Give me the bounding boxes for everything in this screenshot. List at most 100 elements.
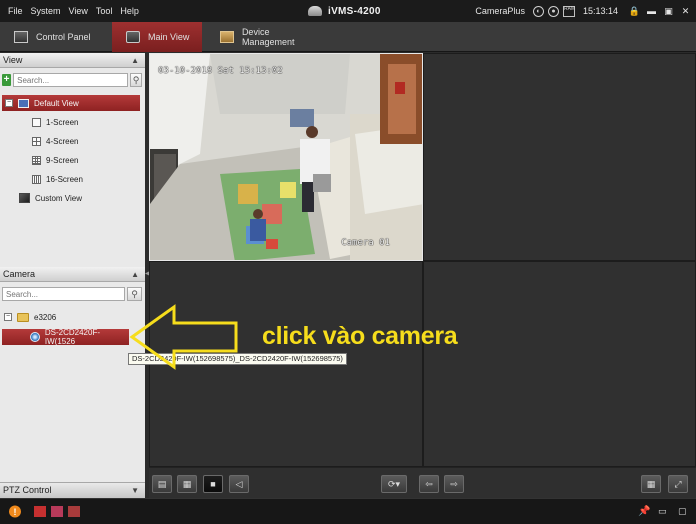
view-panel-header[interactable]: View ▲ <box>0 53 145 68</box>
layout-icon[interactable]: ▦ <box>177 475 197 493</box>
video-pane-1[interactable]: 03-10-2018 Sat 15:13:02 Camera 01 <box>149 53 423 261</box>
stop-all-icon[interactable]: ■ <box>203 475 223 493</box>
lock-icon[interactable]: 🔒 <box>628 5 641 18</box>
collapse-icon[interactable]: − <box>4 313 12 321</box>
save-view-icon[interactable]: ▤ <box>152 475 172 493</box>
search-icon[interactable]: ⚲ <box>130 73 142 87</box>
sixteen-screen-icon <box>32 174 41 184</box>
minimize-button[interactable]: ▬ <box>645 5 658 18</box>
menu-help[interactable]: Help <box>116 0 143 22</box>
refresh-icon[interactable]: ⟳▾ <box>381 475 407 493</box>
menu-file[interactable]: File <box>4 0 27 22</box>
audio-icon[interactable]: ◁ <box>229 475 249 493</box>
tree-camera-item[interactable]: DS-2CD2420F-IW(1526 <box>2 328 129 346</box>
tree-label: 9-Screen <box>46 155 79 165</box>
view-search-row: + ⚲ <box>2 73 142 87</box>
status-bar: ! 📌 ▭ ▢ <box>0 498 696 524</box>
tree-16-screen[interactable]: 16-Screen <box>32 171 83 187</box>
collapse-up-icon[interactable]: ▲ <box>131 53 139 68</box>
tree-label: 1-Screen <box>46 117 79 127</box>
tab-main-view[interactable]: Main View <box>112 22 202 52</box>
user-name: CameraPlus <box>475 6 525 16</box>
video-pane-2[interactable] <box>423 53 696 261</box>
tree-default-view[interactable]: − Default View <box>2 95 140 111</box>
folder-icon <box>17 312 29 322</box>
collapse-up-icon[interactable]: ▲ <box>131 267 139 282</box>
menu-bar: File System View Tool Help <box>0 0 143 22</box>
collapse-icon[interactable]: − <box>5 99 13 107</box>
ivms-window: File System View Tool Help iVMS-4200 Cam… <box>0 0 696 524</box>
tree-camera-group[interactable]: − e3206 <box>4 309 56 325</box>
annotation-caption: click vào camera <box>262 322 458 350</box>
title-bar: File System View Tool Help iVMS-4200 Cam… <box>0 0 696 22</box>
tree-custom-view[interactable]: Custom View <box>19 190 82 206</box>
view-group-icon <box>18 98 29 108</box>
add-view-button[interactable]: + <box>2 74 12 86</box>
ptz-panel-title: PTZ Control <box>3 485 52 495</box>
annotation-arrow-icon <box>129 304 238 370</box>
menu-view[interactable]: View <box>65 0 92 22</box>
left-panel: View ▲ + ⚲ − Default View 1-Screen 4-Scr… <box>0 53 145 498</box>
osd-camera-name: Camera 01 <box>341 238 390 248</box>
camera-panel-header[interactable]: Camera ▲ <box>0 267 145 282</box>
tree-label: 4-Screen <box>46 136 79 146</box>
app-title: iVMS-4200 <box>328 5 381 17</box>
camera-search-row: ⚲ <box>2 287 142 301</box>
fullscreen-icon[interactable]: ⤢ <box>668 475 688 493</box>
window-icon[interactable]: ▭ <box>658 506 670 517</box>
close-button[interactable]: ✕ <box>679 5 692 18</box>
live-view-toolbar: ▤ ▦ ■ ◁ ⟳▾ ⇦ ⇨ ▦ ⤢ <box>149 467 696 498</box>
alarm-warning-icon[interactable]: ! <box>8 505 22 518</box>
main-view-icon <box>126 31 140 43</box>
title-right-area: CameraPlus ◐ ● RAM 15:13:14 🔒 ▬ ▣ ✕ <box>475 0 692 22</box>
view-search-input[interactable] <box>13 73 129 87</box>
tree-4-screen[interactable]: 4-Screen <box>32 133 78 149</box>
osd-timestamp: 03-10-2018 Sat 15:13:02 <box>158 66 283 76</box>
tab-control-panel[interactable]: Control Panel <box>0 22 111 52</box>
module-tab-bar: Control Panel Main View Device Managemen… <box>0 22 696 52</box>
app-title-area: iVMS-4200 <box>308 0 381 22</box>
window-division-icon[interactable]: ▦ <box>641 475 661 493</box>
cpu-status-icon[interactable]: ● <box>547 5 559 17</box>
clock: 15:13:14 <box>582 6 618 16</box>
previous-icon[interactable]: ⇦ <box>419 475 439 493</box>
camera-live-image <box>150 54 422 260</box>
control-panel-icon <box>14 31 28 43</box>
camera-icon <box>30 332 40 342</box>
search-icon[interactable]: ⚲ <box>127 287 142 301</box>
view-panel-title: View <box>3 55 23 65</box>
tab-label: Device Management <box>241 27 295 47</box>
maximize-button[interactable]: ▣ <box>662 5 675 18</box>
tree-label: 16-Screen <box>46 174 83 184</box>
tree-label: DS-2CD2420F-IW(1526 <box>44 328 101 346</box>
mute-icon[interactable] <box>68 506 80 517</box>
camera-panel-title: Camera <box>3 269 36 279</box>
ram-status-icon[interactable]: RAM <box>562 5 575 17</box>
svg-text:!: ! <box>14 507 17 517</box>
network-status-icon[interactable]: ◐ <box>532 5 544 17</box>
popup-icon[interactable]: ▢ <box>678 506 690 517</box>
one-screen-icon <box>32 117 41 127</box>
ptz-panel-header[interactable]: PTZ Control ▼ <box>0 482 145 498</box>
tab-label: Control Panel <box>36 32 91 42</box>
pin-icon[interactable]: 📌 <box>638 506 650 517</box>
menu-system[interactable]: System <box>27 0 65 22</box>
nine-screen-icon <box>32 155 41 165</box>
tab-label: Main View <box>148 32 190 42</box>
next-icon[interactable]: ⇨ <box>444 475 464 493</box>
menu-tool[interactable]: Tool <box>92 0 117 22</box>
event-icon[interactable] <box>51 506 63 517</box>
video-grid: 03-10-2018 Sat 15:13:02 Camera 01 <box>149 53 696 467</box>
tree-1-screen[interactable]: 1-Screen <box>32 114 78 130</box>
app-logo-icon <box>308 6 322 16</box>
expand-down-icon[interactable]: ▼ <box>131 483 139 498</box>
four-screen-icon <box>32 136 41 146</box>
device-management-icon <box>220 31 234 43</box>
video-pane-4[interactable] <box>423 261 696 467</box>
alarm-sound-icon[interactable] <box>34 506 46 517</box>
tree-label: Default View <box>34 98 79 108</box>
tab-device-management[interactable]: Device Management <box>206 22 336 52</box>
tree-9-screen[interactable]: 9-Screen <box>32 152 78 168</box>
tree-label: Custom View <box>35 193 82 203</box>
camera-search-input[interactable] <box>2 287 125 301</box>
